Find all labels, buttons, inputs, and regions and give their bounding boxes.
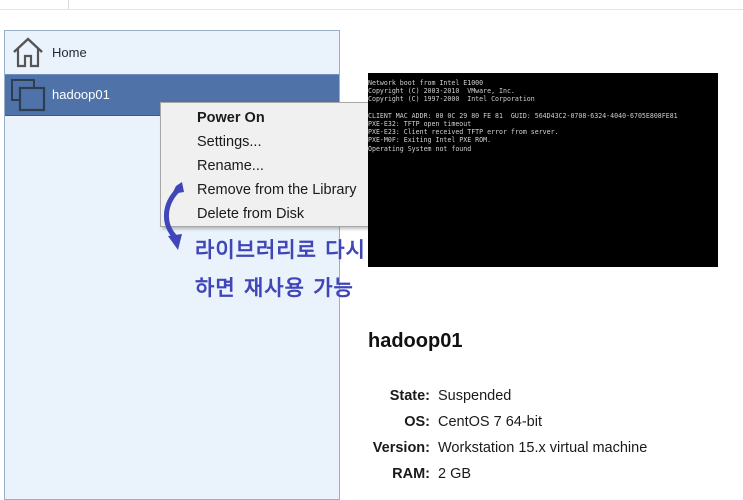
menu-item-rename[interactable]: Rename...: [197, 155, 264, 177]
vm-icon: [11, 79, 46, 112]
detail-key: OS:: [404, 414, 430, 430]
home-icon: [13, 37, 43, 68]
console-output: Network boot from Intel E1000 Copyright …: [368, 79, 678, 153]
menu-item-settings[interactable]: Settings...: [197, 131, 261, 153]
library-item-label: hadoop01: [52, 87, 110, 102]
vm-console-screen[interactable]: Network boot from Intel E1000 Copyright …: [368, 73, 718, 267]
detail-value: CentOS 7 64-bit: [438, 414, 542, 430]
detail-value: Workstation 15.x virtual machine: [438, 440, 648, 456]
detail-value: Suspended: [438, 388, 512, 404]
detail-key: Version:: [372, 440, 430, 456]
library-item-home[interactable]: Home: [5, 32, 339, 72]
top-bar: [0, 0, 743, 10]
library-item-label: Home: [52, 45, 87, 60]
menu-item-remove-from-library[interactable]: Remove from the Library: [197, 179, 357, 201]
vm-title: hadoop01: [368, 330, 463, 352]
detail-value: 2 GB: [438, 466, 472, 482]
library-panel: Home hadoop01: [4, 30, 340, 500]
annotation-text: 하면 재사용 가능: [195, 276, 354, 300]
divider: [68, 0, 69, 9]
menu-item-power-on[interactable]: Power On: [197, 107, 265, 129]
annotation-arrow-icon: [164, 182, 184, 250]
detail-key: State:: [389, 388, 430, 404]
menu-item-delete-from-disk[interactable]: Delete from Disk: [197, 203, 304, 225]
detail-key: RAM:: [392, 466, 430, 482]
